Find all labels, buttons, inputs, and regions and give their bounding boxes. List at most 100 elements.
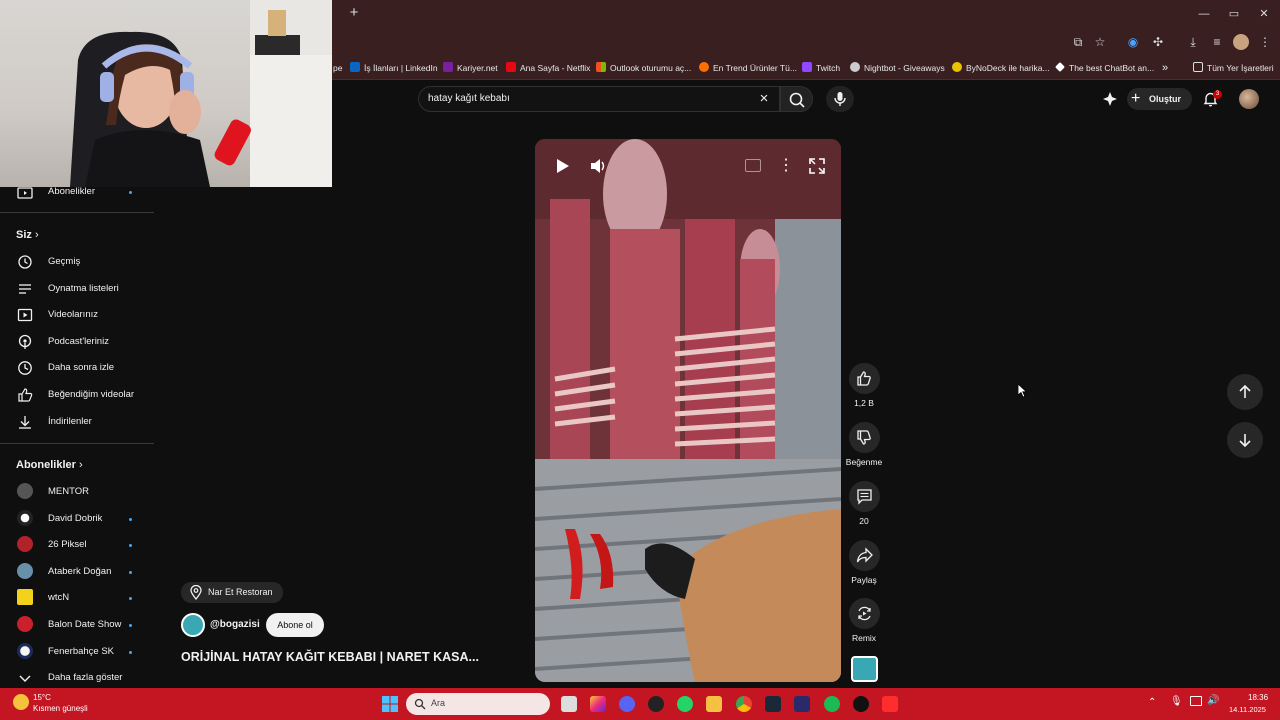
install-app-icon[interactable]: ⧉ bbox=[1070, 34, 1086, 50]
all-bookmarks-button[interactable]: Tüm Yer İşaretleri bbox=[1193, 61, 1274, 75]
bookmark-outlook[interactable]: Outlook oturumu aç... bbox=[596, 61, 691, 75]
channel-name: wtcN bbox=[48, 592, 70, 603]
media-control-icon[interactable]: ≡ bbox=[1209, 34, 1225, 50]
discord-icon[interactable] bbox=[619, 696, 635, 712]
comments-button[interactable] bbox=[849, 481, 880, 512]
weather-temperature[interactable]: 15°C bbox=[33, 693, 51, 702]
like-button[interactable] bbox=[849, 363, 880, 394]
bookmark-netflix[interactable]: Ana Sayfa - Netflix bbox=[506, 61, 590, 75]
extensions-puzzle-icon[interactable]: ✣ bbox=[1150, 34, 1166, 50]
nightbot-icon bbox=[850, 62, 860, 72]
bookmark-chatbot[interactable]: The best ChatBot an... bbox=[1055, 61, 1154, 75]
mic-tray-icon[interactable]: 🎙 bbox=[1170, 696, 1183, 707]
bookmark-star-icon[interactable]: ☆ bbox=[1092, 34, 1108, 50]
sidebar-you-header[interactable]: Siz › bbox=[16, 229, 39, 241]
sidebar-channel[interactable]: MENTOR bbox=[0, 479, 154, 505]
restore-icon[interactable]: ▭ bbox=[1226, 6, 1242, 22]
like-count: 1,2 B bbox=[854, 398, 874, 408]
windows-start-icon[interactable] bbox=[382, 696, 398, 712]
mic-icon bbox=[834, 92, 846, 106]
bookmark-bynodeck[interactable]: ByNoDeck ile harika... bbox=[952, 61, 1050, 75]
vpn-icon[interactable] bbox=[794, 696, 810, 712]
whatsapp-icon[interactable] bbox=[677, 696, 693, 712]
bookmark-kariyer[interactable]: Kariyer.net bbox=[443, 61, 498, 75]
bookmark-twitch[interactable]: Twitch bbox=[802, 61, 840, 75]
remix-button[interactable] bbox=[849, 598, 880, 629]
ai-assistant-icon[interactable] bbox=[1103, 92, 1117, 106]
speaker-icon[interactable]: 🔊 bbox=[1207, 695, 1219, 706]
sidebar-item-history[interactable]: Geçmiş bbox=[0, 249, 154, 275]
obs-icon[interactable] bbox=[648, 696, 664, 712]
sidebar-item-your-videos[interactable]: Videolarınız bbox=[0, 302, 154, 328]
steam-icon[interactable] bbox=[765, 696, 781, 712]
previous-short-button[interactable] bbox=[1227, 374, 1263, 410]
next-short-button[interactable] bbox=[1227, 422, 1263, 458]
more-options-icon[interactable]: ⋮ bbox=[778, 157, 794, 175]
sidebar-channel[interactable]: David Dobrik bbox=[0, 506, 154, 532]
sidebar-item-watch-later[interactable]: Daha sonra izle bbox=[0, 355, 154, 381]
channel-name: MENTOR bbox=[48, 486, 89, 497]
sidebar-channel[interactable]: wtcN bbox=[0, 585, 154, 611]
sidebar-item-liked-videos[interactable]: Beğendiğim videolar bbox=[0, 382, 154, 408]
sidebar-item-playlists[interactable]: Oynatma listeleri bbox=[0, 276, 154, 302]
dislike-button[interactable] bbox=[849, 422, 880, 453]
close-icon[interactable]: ✕ bbox=[1256, 6, 1272, 22]
taskbar-search-input[interactable] bbox=[406, 693, 550, 715]
account-avatar[interactable] bbox=[1239, 89, 1259, 109]
sidebar-channel[interactable]: Balon Date Show bbox=[0, 612, 154, 638]
bookmark-linkedin[interactable]: İş İlanları | LinkedIn bbox=[350, 61, 438, 75]
instagram-icon[interactable] bbox=[590, 696, 606, 712]
clock-date[interactable]: 14.11.2025 bbox=[1229, 705, 1266, 714]
file-explorer-icon[interactable] bbox=[561, 696, 577, 712]
spotify-icon[interactable] bbox=[824, 696, 840, 712]
captions-icon[interactable] bbox=[745, 159, 761, 172]
channel-name: David Dobrik bbox=[48, 513, 103, 524]
sidebar-item-podcasts[interactable]: Podcast'leriniz bbox=[0, 329, 154, 355]
extension-wave-icon[interactable]: ◉ bbox=[1125, 34, 1141, 50]
folder-icon bbox=[1193, 62, 1203, 72]
channel-handle[interactable]: @bogazisi bbox=[210, 619, 260, 630]
new-tab-button[interactable]: + bbox=[346, 5, 362, 21]
weather-sun-icon[interactable] bbox=[13, 694, 29, 710]
fullscreen-icon[interactable] bbox=[808, 157, 826, 175]
bookmark-trend[interactable]: En Trend Ürünler Tü... bbox=[699, 61, 797, 75]
share-button[interactable] bbox=[849, 540, 880, 571]
play-icon[interactable] bbox=[553, 157, 571, 175]
display-icon[interactable] bbox=[1190, 696, 1202, 706]
more-bookmarks-button[interactable]: » bbox=[1162, 61, 1168, 75]
bookmark-item[interactable]: pe bbox=[333, 61, 342, 75]
browser-menu-icon[interactable]: ⋮ bbox=[1257, 34, 1273, 50]
channel-avatar[interactable] bbox=[181, 613, 205, 637]
streaming-app-icon[interactable] bbox=[882, 696, 898, 712]
clear-search-icon[interactable]: × bbox=[756, 91, 772, 107]
sidebar-subscriptions-header[interactable]: Abonelikler › bbox=[16, 459, 83, 471]
volume-icon[interactable] bbox=[589, 157, 607, 175]
video-title[interactable]: ORİJİNAL HATAY KAĞIT KEBABI | NARET KASA… bbox=[181, 650, 479, 664]
logitech-icon[interactable] bbox=[853, 696, 869, 712]
minimize-icon[interactable]: — bbox=[1196, 6, 1212, 22]
clock-time[interactable]: 18:36 bbox=[1248, 693, 1268, 702]
subscribe-button[interactable]: Abone ol bbox=[266, 613, 324, 637]
sidebar-channel[interactable]: 26 Piksel bbox=[0, 532, 154, 558]
weather-description[interactable]: Kısmen güneşli bbox=[33, 704, 88, 713]
download-icon[interactable]: ⤓ bbox=[1185, 34, 1201, 50]
chevron-up-icon[interactable]: ⌃ bbox=[1148, 697, 1156, 708]
liked-icon bbox=[18, 388, 33, 402]
chrome-icon[interactable] bbox=[736, 696, 752, 712]
short-video-player[interactable] bbox=[535, 139, 841, 682]
sidebar-channel[interactable]: Ataberk Doğan bbox=[0, 559, 154, 585]
channel-avatar bbox=[17, 483, 33, 499]
sidebar-item-downloads[interactable]: İndirilenler bbox=[0, 409, 154, 435]
sidebar-channel[interactable]: Fenerbahçe SK bbox=[0, 639, 154, 665]
audio-source-thumbnail[interactable] bbox=[851, 656, 878, 682]
kariyer-icon bbox=[443, 62, 453, 72]
history-icon bbox=[18, 255, 32, 269]
chevron-right-icon: › bbox=[34, 229, 39, 241]
voice-search-button[interactable] bbox=[826, 86, 854, 112]
folder-icon[interactable] bbox=[706, 696, 722, 712]
sidebar-item-label: Beğendiğim videolar bbox=[48, 389, 135, 400]
sidebar-item-label: Oynatma listeleri bbox=[48, 283, 119, 294]
profile-avatar-icon[interactable] bbox=[1233, 34, 1249, 50]
search-button[interactable] bbox=[780, 86, 813, 112]
bookmark-nightbot[interactable]: Nightbot - Giveaways bbox=[850, 61, 945, 75]
